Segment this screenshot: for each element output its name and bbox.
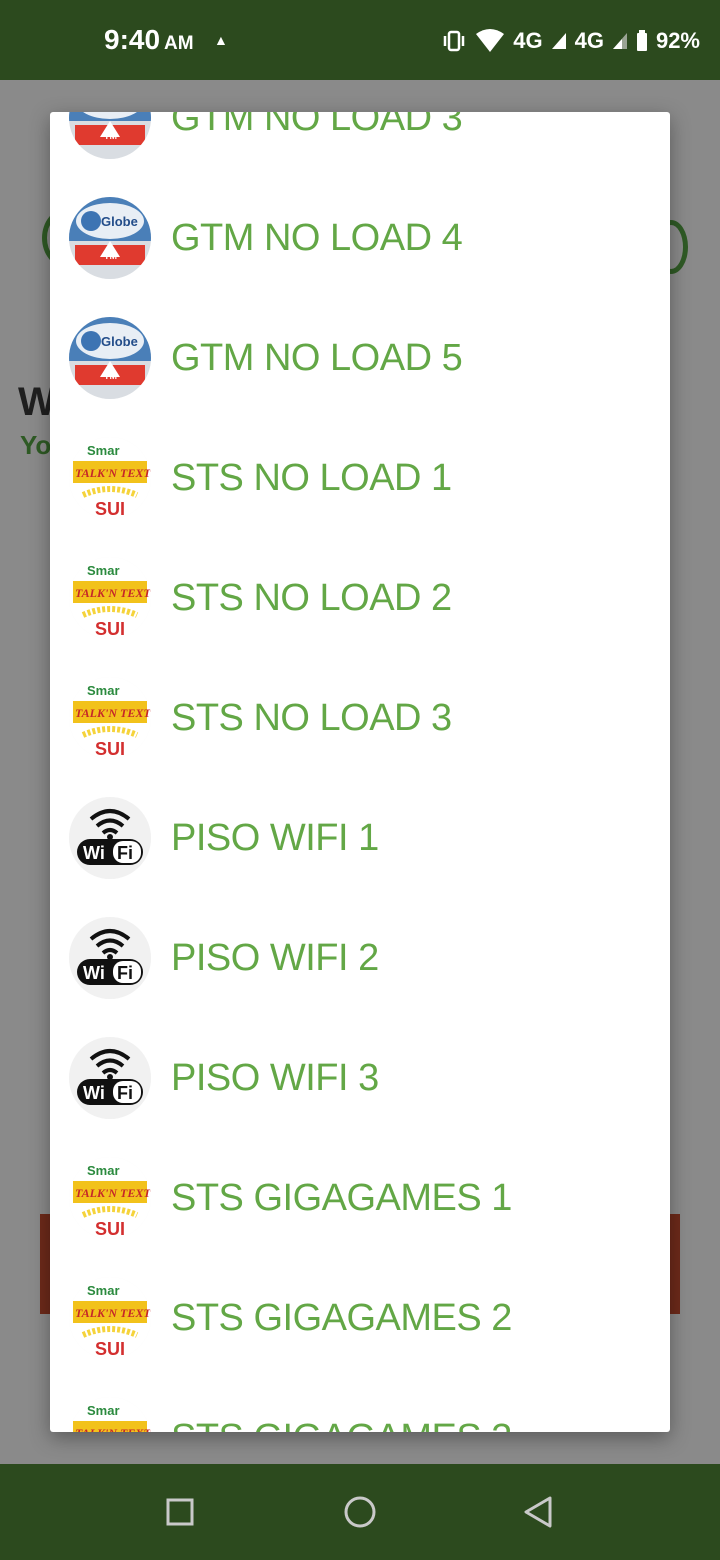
- triangle-back-icon: [524, 1496, 552, 1528]
- svg-text:TM: TM: [104, 131, 117, 141]
- list-item-label: STS NO LOAD 3: [171, 697, 452, 739]
- list-item-label: PISO WIFI 3: [171, 1057, 379, 1099]
- list-item-label: GTM NO LOAD 4: [171, 217, 463, 259]
- list-item-label: GTM NO LOAD 5: [171, 337, 463, 379]
- list-item-label: STS NO LOAD 2: [171, 577, 452, 619]
- square-icon: [166, 1498, 194, 1526]
- list-item-label: STS NO LOAD 1: [171, 457, 452, 499]
- list-item[interactable]: Smar TALK'N TEXT SUI STS NO LOAD 2: [50, 538, 670, 658]
- network-label-2: 4G: [574, 28, 604, 53]
- svg-text:Fi: Fi: [117, 843, 133, 863]
- svg-text:Wi: Wi: [83, 843, 105, 863]
- list-item[interactable]: GlobeTM GTM NO LOAD 3: [50, 112, 670, 178]
- svg-text:Smar: Smar: [87, 683, 120, 698]
- vibrate-icon: [441, 30, 467, 52]
- svg-text:Smar: Smar: [87, 563, 120, 578]
- list-item-label: PISO WIFI 2: [171, 937, 379, 979]
- wifi-icon: Wi Fi: [69, 917, 151, 999]
- svg-text:Smar: Smar: [87, 1403, 120, 1418]
- status-bar: 9:40 AM ▲ 4G 4G 92%: [0, 0, 720, 80]
- list-item-label: STS GIGAGAMES 2: [171, 1297, 512, 1339]
- list-item-label: STS GIGAGAMES 1: [171, 1177, 512, 1219]
- selection-dialog: GlobeTMGTM NO LOAD 3GlobeTMGTM NO LOAD 4…: [50, 112, 670, 1432]
- smart-tnt-sun-icon: Smar TALK'N TEXT SUI: [69, 437, 151, 519]
- list-item[interactable]: Smar TALK'N TEXT SUI STS NO LOAD 3: [50, 658, 670, 778]
- svg-text:SUI: SUI: [95, 619, 125, 639]
- svg-text:Smar: Smar: [87, 1163, 120, 1178]
- wifi-signal-icon: [475, 29, 505, 53]
- list-item[interactable]: Wi Fi PISO WIFI 1: [50, 778, 670, 898]
- svg-text:TM: TM: [104, 251, 117, 261]
- status-indicators: 4G 4G 92%: [441, 26, 700, 56]
- home-button[interactable]: [340, 1492, 380, 1532]
- svg-text:TALK'N TEXT: TALK'N TEXT: [75, 1306, 151, 1320]
- circle-icon: [344, 1496, 376, 1528]
- svg-text:TM: TM: [104, 371, 117, 381]
- list-item[interactable]: Globe TM GTM NO LOAD 5: [50, 298, 670, 418]
- svg-text:TALK'N TEXT: TALK'N TEXT: [75, 706, 151, 720]
- status-time: 9:40 AM: [104, 24, 194, 56]
- wifi-icon: Wi Fi: [69, 1037, 151, 1119]
- svg-text:Globe: Globe: [101, 334, 138, 349]
- smart-tnt-sun-icon: Smar TALK'N TEXT SUI: [69, 557, 151, 639]
- notification-icon: ▲: [214, 32, 228, 48]
- svg-text:Wi: Wi: [83, 1083, 105, 1103]
- cell-signal-icon-1: [551, 32, 567, 50]
- list-item-label: GTM NO LOAD 3: [171, 112, 463, 139]
- svg-text:TALK'N TEXT: TALK'N TEXT: [75, 586, 151, 600]
- battery-percent: 92%: [655, 28, 700, 53]
- list-item-label: PISO WIFI 1: [171, 817, 379, 859]
- svg-text:SUI: SUI: [95, 499, 125, 519]
- list-item[interactable]: Smar TALK'N TEXT SUI STS GIGAGAMES 2: [50, 1258, 670, 1378]
- svg-text:SUI: SUI: [95, 1219, 125, 1239]
- navigation-bar: [0, 1464, 720, 1560]
- svg-text:Smar: Smar: [87, 1283, 120, 1298]
- svg-text:TALK'N TEXT: TALK'N TEXT: [75, 466, 151, 480]
- background-subtitle: Yo: [20, 430, 52, 460]
- network-label-1: 4G: [513, 28, 543, 53]
- clock: 9:40: [104, 24, 161, 55]
- globe-tm-icon: Globe TM: [69, 197, 151, 279]
- list-item[interactable]: Globe TM GTM NO LOAD 4: [50, 178, 670, 298]
- smart-tnt-sun-icon: Smar TALK'N TEXT SUI: [69, 1277, 151, 1359]
- globe-tm-icon: Globe TM: [69, 317, 151, 399]
- globe-tm-icon: GlobeTM: [69, 112, 151, 159]
- smart-tnt-sun-icon: Smar TALK'N TEXT SUI: [69, 677, 151, 759]
- option-list: GlobeTMGTM NO LOAD 3GlobeTMGTM NO LOAD 4…: [50, 112, 670, 1432]
- list-item[interactable]: SmarTALK'N TEXTSUISTS GIGAGAMES 3: [50, 1378, 670, 1432]
- svg-text:Globe: Globe: [101, 214, 138, 229]
- list-item[interactable]: Smar TALK'N TEXT SUI STS GIGAGAMES 1: [50, 1138, 670, 1258]
- svg-text:Smar: Smar: [87, 443, 120, 458]
- svg-text:Wi: Wi: [83, 963, 105, 983]
- clock-ampm: AM: [164, 33, 194, 54]
- svg-text:Fi: Fi: [117, 1083, 133, 1103]
- list-item-label: STS GIGAGAMES 3: [171, 1378, 512, 1432]
- smart-tnt-sun-icon: Smar TALK'N TEXT SUI: [69, 1157, 151, 1239]
- svg-text:TALK'N TEXT: TALK'N TEXT: [75, 1186, 151, 1200]
- list-item[interactable]: Wi Fi PISO WIFI 2: [50, 898, 670, 1018]
- svg-text:SUI: SUI: [95, 1339, 125, 1359]
- list-item[interactable]: Wi Fi PISO WIFI 3: [50, 1018, 670, 1138]
- list-item[interactable]: Smar TALK'N TEXT SUI STS NO LOAD 1: [50, 418, 670, 538]
- wifi-icon: Wi Fi: [69, 797, 151, 879]
- battery-icon: [636, 30, 648, 52]
- svg-text:SUI: SUI: [95, 739, 125, 759]
- smart-tnt-sun-icon: SmarTALK'N TEXTSUI: [69, 1397, 151, 1432]
- back-button[interactable]: [518, 1492, 558, 1532]
- recent-apps-button[interactable]: [160, 1492, 200, 1532]
- svg-text:TALK'N TEXT: TALK'N TEXT: [75, 1426, 151, 1432]
- svg-text:Fi: Fi: [117, 963, 133, 983]
- cell-signal-icon-2: [612, 32, 628, 50]
